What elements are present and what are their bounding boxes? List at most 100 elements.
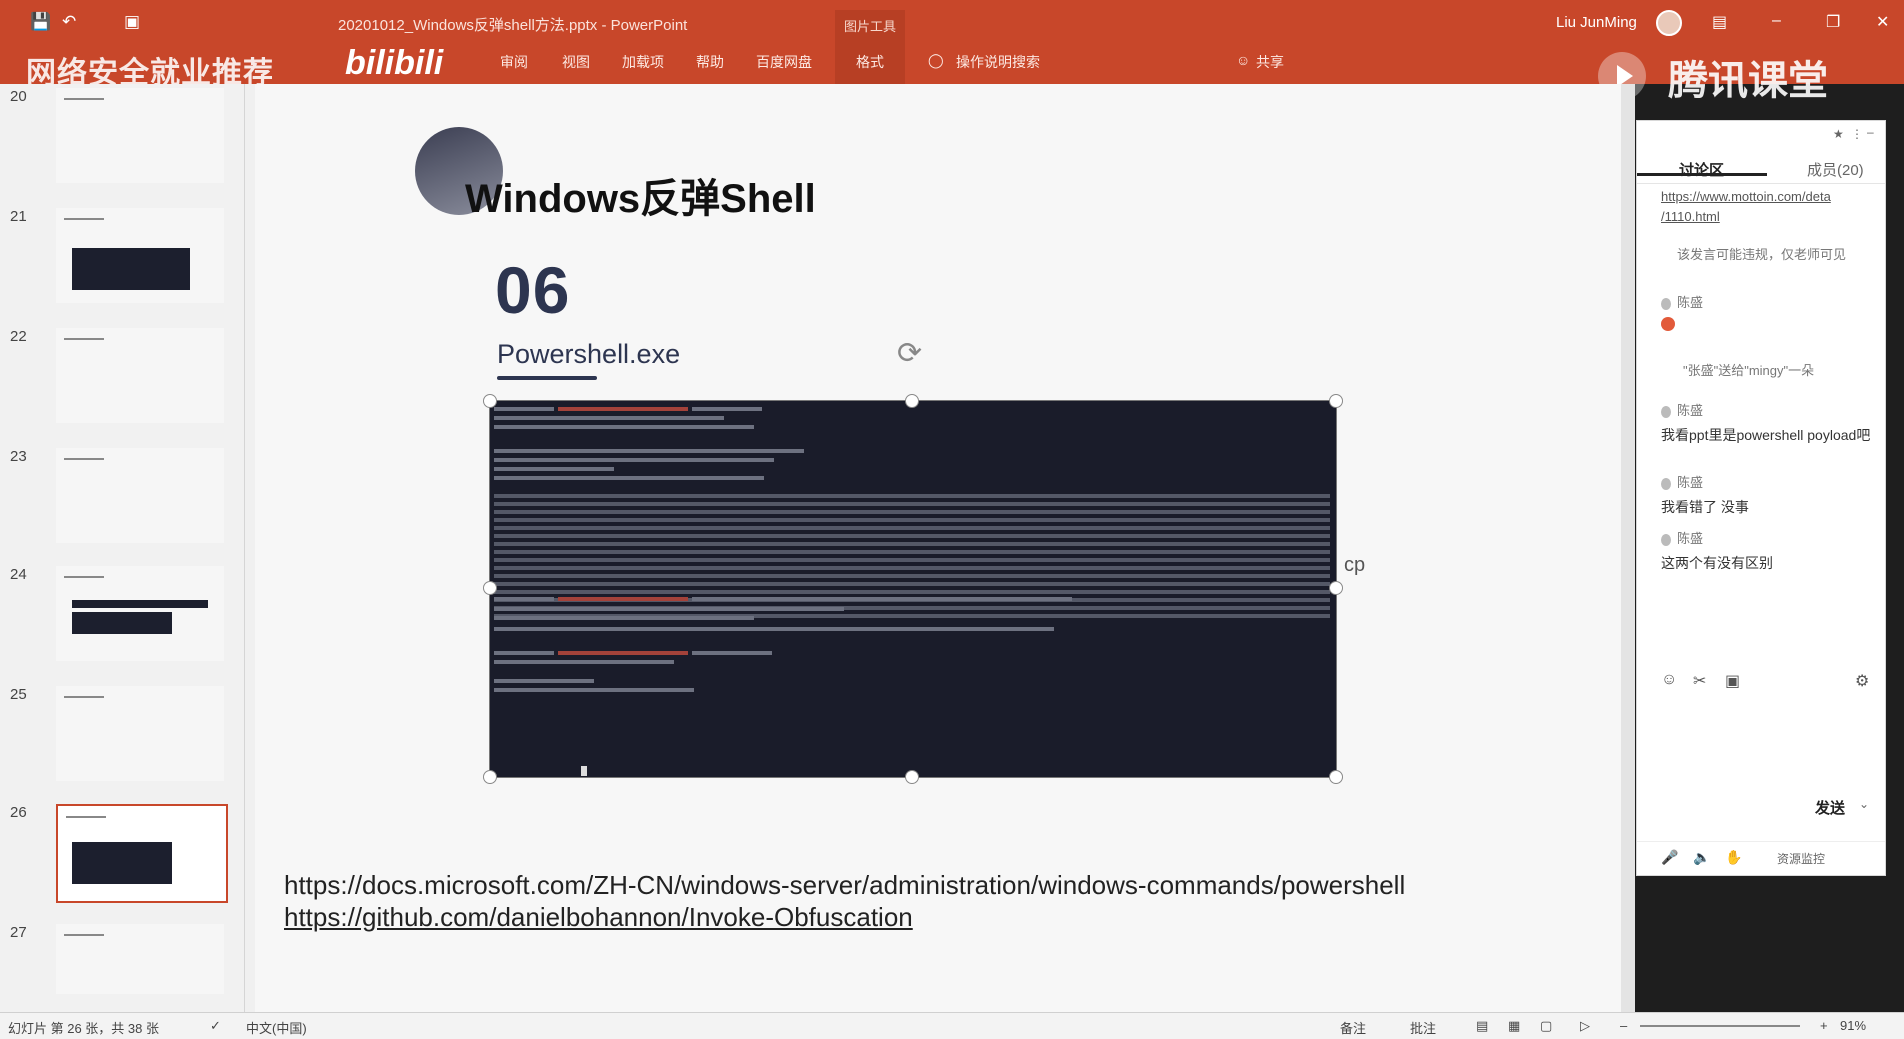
resize-handle[interactable] <box>1329 581 1343 595</box>
thumbnail-slide[interactable]: 21 <box>8 208 234 308</box>
scissors-icon[interactable]: ✂ <box>1693 671 1706 691</box>
chat-link[interactable]: /1110.html <box>1661 207 1720 227</box>
pin-icon[interactable]: ★ <box>1833 127 1844 141</box>
chat-message: 这两个有没有区别 <box>1661 555 1773 571</box>
tell-me-search[interactable]: 操作说明搜索 <box>956 52 1040 72</box>
current-slide[interactable]: Windows反弹Shell 06 Powershell.exe ⟳ cp ht… <box>255 84 1625 1012</box>
zoom-slider[interactable] <box>1640 1025 1800 1027</box>
zoom-in-icon[interactable]: + <box>1820 1018 1828 1033</box>
slide-number: 24 <box>10 566 27 583</box>
chat-sender: 陈盛 <box>1661 473 1703 493</box>
slide-number: 26 <box>10 804 27 821</box>
thumbnail-slide[interactable]: 24 <box>8 566 234 666</box>
watermark-bilibili: bilibili <box>345 44 444 82</box>
slide-number: 22 <box>10 328 27 345</box>
slide-side-text: cp <box>1344 554 1366 576</box>
undo-icon[interactable]: ↶ <box>62 12 76 32</box>
send-button[interactable]: 发送 <box>1815 797 1845 818</box>
slide-preview <box>56 208 224 303</box>
docs-link[interactable]: https://docs.microsoft.com/ZH-CN/windows… <box>284 870 1405 901</box>
maximize-icon[interactable]: ❐ <box>1826 12 1840 32</box>
resize-handle[interactable] <box>483 770 497 784</box>
thumbnail-slide[interactable]: 23 <box>8 448 234 548</box>
slide-sorter-icon[interactable]: ▦ <box>1508 1018 1520 1034</box>
zoom-level[interactable]: 91% <box>1840 1018 1866 1033</box>
vertical-scrollbar[interactable] <box>1621 84 1635 1012</box>
chat-link[interactable]: https://www.mottoin.com/deta <box>1661 187 1831 207</box>
picture-tools-tab[interactable]: 图片工具 <box>835 10 905 84</box>
slide-count: 幻灯片 第 26 张，共 38 张 <box>8 1021 159 1036</box>
zoom-out-icon[interactable]: – <box>1620 1018 1627 1033</box>
save-icon[interactable]: 💾 <box>30 12 51 32</box>
slideshow-icon[interactable]: ▷ <box>1580 1018 1590 1034</box>
share-icon[interactable]: ☺ <box>1236 52 1250 68</box>
ribbon-display-icon[interactable]: ▤ <box>1712 12 1727 32</box>
more-icon[interactable]: ⋮ <box>1851 127 1863 141</box>
language-indicator[interactable]: 中文(中国) <box>246 1018 307 1037</box>
spellcheck-icon[interactable]: ✓ <box>210 1018 221 1034</box>
system-notice: 该发言可能违规，仅老师可见 <box>1677 247 1847 262</box>
chevron-down-icon[interactable]: ⌄ <box>1859 797 1869 811</box>
settings-icon[interactable]: ⚙ <box>1855 671 1869 691</box>
tab-members[interactable]: 成员(20) <box>1807 159 1864 180</box>
user-name[interactable]: Liu JunMing <box>1556 14 1637 31</box>
thumbnail-slide-active[interactable]: 26 <box>8 804 234 904</box>
slide-subtitle[interactable]: Powershell.exe <box>497 339 680 370</box>
resize-handle[interactable] <box>905 770 919 784</box>
slide-number: 21 <box>10 208 27 225</box>
slide-number: 20 <box>10 88 27 105</box>
slide-preview <box>56 686 224 781</box>
slide-preview <box>56 804 228 903</box>
minimize-icon[interactable]: – <box>1772 12 1781 30</box>
emoji-icon[interactable]: ☺ <box>1661 671 1677 689</box>
tab-addins[interactable]: 加载项 <box>622 52 664 72</box>
present-icon[interactable]: ▣ <box>124 12 140 32</box>
terminal-screenshot-image[interactable] <box>489 400 1337 778</box>
github-link[interactable]: https://github.com/danielbohannon/Invoke… <box>284 902 913 933</box>
resize-handle[interactable] <box>1329 770 1343 784</box>
resize-handle[interactable] <box>483 581 497 595</box>
slide-number: 23 <box>10 448 27 465</box>
normal-view-icon[interactable]: ▤ <box>1476 1018 1488 1034</box>
tab-discussion[interactable]: 讨论区 <box>1679 159 1724 180</box>
tab-help[interactable]: 帮助 <box>696 52 724 72</box>
comments-button[interactable]: 批注 <box>1410 1018 1436 1037</box>
slide-thumbnail-pane[interactable]: 20 21 22 23 24 25 26 27 <box>0 84 245 1012</box>
slide-number: 27 <box>10 924 27 941</box>
resize-handle[interactable] <box>483 394 497 408</box>
close-icon[interactable]: ✕ <box>1876 12 1889 32</box>
speaker-icon[interactable]: 🔈 <box>1693 849 1710 866</box>
share-button[interactable]: 共享 <box>1256 52 1284 72</box>
thumbnail-slide[interactable]: 20 <box>8 88 234 188</box>
slide-preview <box>56 88 224 183</box>
slide-preview <box>56 566 224 661</box>
thumbnail-slide[interactable]: 25 <box>8 686 234 786</box>
gift-notice: "张盛"送给"mingy"一朵 <box>1683 363 1815 378</box>
slide-editor[interactable]: Windows反弹Shell 06 Powershell.exe ⟳ cp ht… <box>245 84 1635 1012</box>
section-number[interactable]: 06 <box>495 252 570 328</box>
image-icon[interactable]: ▣ <box>1725 671 1740 691</box>
microphone-icon[interactable]: 🎤 <box>1661 849 1678 866</box>
minimize-chat-icon[interactable]: – <box>1867 125 1874 139</box>
tab-view[interactable]: 视图 <box>562 52 590 72</box>
rotate-handle-icon[interactable]: ⟳ <box>897 336 922 371</box>
thumbnail-slide[interactable]: 27 <box>8 924 234 1024</box>
reading-view-icon[interactable]: ▢ <box>1540 1018 1552 1034</box>
resize-handle[interactable] <box>905 394 919 408</box>
window-title: 20201012_Windows反弹shell方法.pptx - PowerPo… <box>338 17 688 34</box>
resource-monitor[interactable]: 资源监控 <box>1777 850 1825 867</box>
tab-format[interactable]: 格式 <box>856 52 884 72</box>
tab-baidu-netdisk[interactable]: 百度网盘 <box>756 52 812 72</box>
resize-handle[interactable] <box>1329 394 1343 408</box>
notes-button[interactable]: 备注 <box>1340 1018 1366 1037</box>
slide-title[interactable]: Windows反弹Shell <box>465 166 816 224</box>
watermark-tencent: 腾讯课堂 <box>1668 59 1828 103</box>
avatar[interactable] <box>1656 10 1682 36</box>
chat-sender: 陈盛 <box>1661 529 1703 549</box>
tab-review[interactable]: 审阅 <box>500 52 528 72</box>
hand-icon[interactable]: ✋ <box>1725 849 1742 866</box>
thumbnail-slide[interactable]: 22 <box>8 328 234 428</box>
slide-preview <box>56 328 224 423</box>
user-icon <box>1661 297 1671 310</box>
user-icon <box>1661 405 1671 418</box>
